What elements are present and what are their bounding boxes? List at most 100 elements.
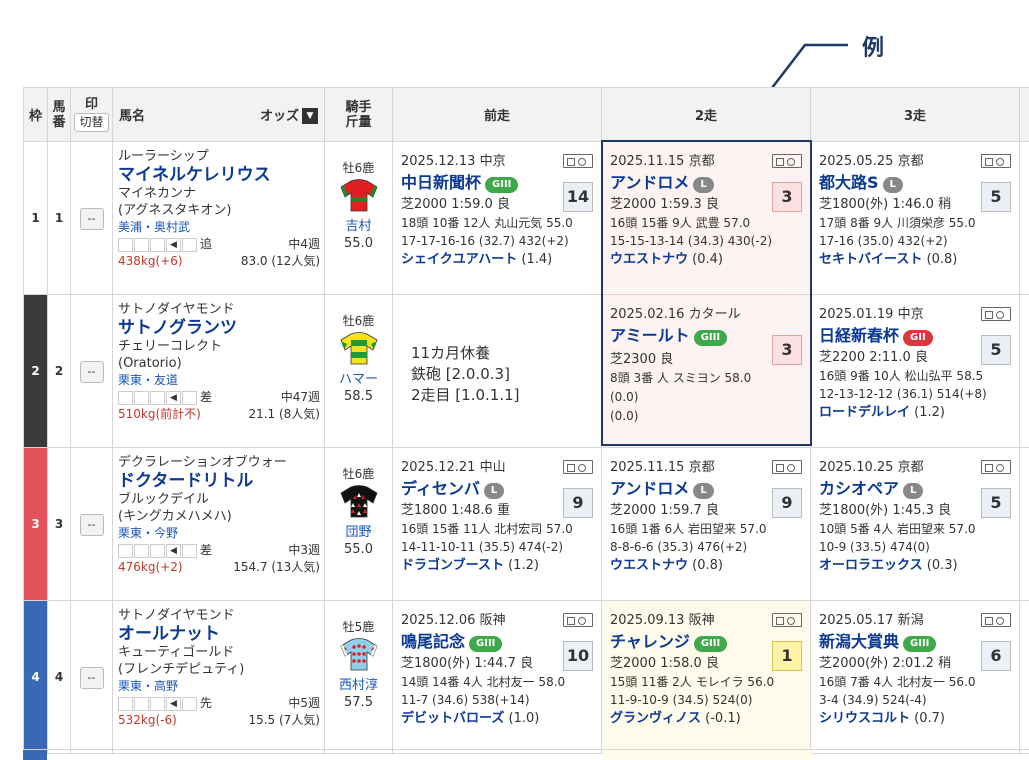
jockey-cell: 牡6鹿 吉村 55.0	[325, 142, 393, 295]
winner-margin: (1.2)	[914, 405, 945, 420]
video-icon[interactable]	[981, 460, 1011, 474]
arrow-left-icon: ◀	[166, 391, 181, 405]
running-style: 差	[200, 389, 212, 406]
header-umaban-line2: 番	[52, 115, 65, 130]
race-interval: 中4週	[288, 236, 320, 253]
past-race-cell[interactable]: 2025.05.25 京都 都大路SL 5 芝1800(外) 1:46.0 稍 …	[811, 142, 1020, 295]
past-race-name-link[interactable]: 中日新聞杯	[401, 171, 481, 195]
finish-position: 14	[563, 182, 593, 212]
grade-badge: L	[484, 483, 504, 499]
jockey-name-link[interactable]: 団野	[325, 524, 392, 541]
sire-name: サトノダイヤモンド	[118, 607, 320, 624]
waku-number: 2	[24, 295, 48, 448]
jockey-name-link[interactable]: 西村淳	[325, 677, 392, 694]
past-race-cell[interactable]: 2025.12.21 中山 ディセンバL 9 芝1800 1:48.6 重 16…	[393, 448, 602, 601]
past-race-cell[interactable]: 2025.09.13 阪神 チャレンジGIII 1 芝2000 1:58.0 良…	[602, 601, 811, 754]
past-race-name-link[interactable]: カシオペア	[819, 477, 899, 501]
finish-position: 3	[772, 335, 802, 365]
past-race-cell[interactable]: 2025.01.19 中京 日経新春杯GII 5 芝2200 2:11.0 良 …	[811, 295, 1020, 448]
winner-name-link[interactable]: ウエストナウ	[610, 252, 688, 267]
winner-margin: (0.3)	[927, 558, 958, 573]
header-prev3: 3走	[811, 88, 1020, 142]
past-race-name-link[interactable]: 日経新春杯	[819, 324, 899, 348]
winner-margin: (-0.1)	[705, 711, 741, 726]
carried-weight: 57.5	[325, 694, 392, 711]
sex-age: 牡5鹿	[325, 619, 392, 636]
past-race-cell[interactable]: 2025.11.15 京都 アンドロメL 3 芝2000 1:59.3 良 16…	[602, 142, 811, 295]
past-race-name-link[interactable]: 鳴尾記念	[401, 630, 465, 654]
winner-name-link[interactable]: オーロラエックス	[819, 558, 923, 573]
video-icon[interactable]	[563, 460, 593, 474]
video-icon[interactable]	[772, 613, 802, 627]
past-race-cell[interactable]: 2025.11.15 京都 アンドロメL 9 芝2000 1:59.7 良 16…	[602, 448, 811, 601]
past-race-name-link[interactable]: アミールト	[610, 324, 690, 348]
past-race-name-link[interactable]: チャレンジ	[610, 630, 690, 654]
trainer-link[interactable]: 栗東・友道	[118, 372, 320, 389]
running-style: 差	[200, 542, 212, 559]
jockey-cell: 牡6鹿 団野 55.0	[325, 448, 393, 601]
winner-name-link[interactable]: グランヴィノス	[610, 711, 701, 726]
header-prev1: 前走	[393, 88, 602, 142]
header-jockey-line2: 斤量	[345, 115, 371, 130]
past-race-cell[interactable]: 2025.12.06 阪神 鳴尾記念GIII 10 芝1800(外) 1:44.…	[393, 601, 602, 754]
mark-cell: --	[71, 295, 113, 448]
past-race-name-link[interactable]: アンドロメ	[610, 171, 689, 195]
arrow-left-icon: ◀	[166, 697, 181, 711]
winner-name-link[interactable]: シリウスコルト	[819, 711, 910, 726]
sort-down-icon[interactable]: ▼	[302, 108, 318, 124]
winner-name-link[interactable]: セキトバイースト	[819, 252, 922, 267]
mark-select-button[interactable]: --	[80, 361, 104, 383]
horse-name-link[interactable]: マイネルケレリウス	[118, 165, 320, 185]
past-cell-partial	[603, 750, 812, 760]
winner-name-link[interactable]: ウエストナウ	[610, 558, 688, 573]
past-race-cell[interactable]: 2025.10.25 京都 カシオペアL 5 芝1800(外) 1:45.3 良…	[811, 448, 1020, 601]
horse-name-link[interactable]: ドクタードリトル	[118, 471, 320, 491]
video-icon[interactable]	[772, 460, 802, 474]
winner-name-link[interactable]: ドラゴンブースト	[401, 558, 504, 573]
winner-margin: (1.4)	[521, 252, 552, 267]
trainer-link[interactable]: 美浦・奥村武	[118, 219, 320, 236]
horse-name-link[interactable]: オールナット	[118, 624, 320, 644]
damsire-name: (フレンチデピュティ)	[118, 661, 320, 678]
jockey-name-link[interactable]: ハマー	[325, 371, 392, 388]
body-weight: 532kg(-6)	[118, 712, 177, 729]
mark-select-button[interactable]: --	[80, 208, 104, 230]
past-race-name-link[interactable]: ディセンバ	[401, 477, 480, 501]
jockey-silks-icon	[339, 355, 379, 369]
past-race-name-link[interactable]: 都大路S	[819, 171, 879, 195]
mark-cell: --	[71, 601, 113, 754]
jockey-name-link[interactable]: 吉村	[325, 218, 392, 235]
mark-select-button[interactable]: --	[80, 667, 104, 689]
winner-name-link[interactable]: デビットバローズ	[401, 711, 504, 726]
past-race-cell[interactable]: 2025.05.17 新潟 新潟大賞典GIII 6 芝2000(外) 2:01.…	[811, 601, 1020, 754]
overflow-cell	[1020, 295, 1029, 448]
video-icon[interactable]	[563, 613, 593, 627]
trainer-link[interactable]: 栗東・今野	[118, 525, 320, 542]
arrow-left-icon: ◀	[166, 544, 181, 558]
damsire-name: (Oratorio)	[118, 355, 320, 372]
rest-info-cell: 11カ月休養 鉄砲 [2.0.0.3] 2走目 [1.0.1.1]	[393, 295, 602, 448]
past-race-name-link[interactable]: アンドロメ	[610, 477, 689, 501]
past-race-cell[interactable]: 2025.12.13 中京 中日新聞杯GIII 14 芝2000 1:59.0 …	[393, 142, 602, 295]
mark-toggle-button[interactable]: 切替	[74, 113, 108, 132]
sex-age: 牡6鹿	[325, 466, 392, 483]
odds-sort[interactable]: オッズ▼	[260, 105, 318, 125]
race-entry-table: 枠 馬番 印切替 馬名オッズ▼ 騎手斤量 前走 2走 3走 1 1 -- ルーラ…	[23, 87, 1029, 754]
mark-select-button[interactable]: --	[80, 514, 104, 536]
trainer-link[interactable]: 栗東・高野	[118, 678, 320, 695]
past-race-cell[interactable]: 2025.02.16 カタール アミールトGIII 3 芝2300 良 8頭 3…	[602, 295, 811, 448]
winner-name-link[interactable]: シェイクユアハート	[401, 252, 517, 267]
header-jockey: 騎手斤量	[325, 88, 393, 142]
running-style: 先	[200, 695, 212, 712]
horse-name-link[interactable]: サトノグランツ	[118, 318, 320, 338]
video-icon[interactable]	[563, 154, 593, 168]
past-race-detail-2: 15-15-13-14 (34.3) 430(-2)	[610, 232, 802, 250]
video-icon[interactable]	[772, 154, 802, 168]
past-race-name-link[interactable]: 新潟大賞典	[819, 630, 899, 654]
video-icon[interactable]	[981, 307, 1011, 321]
video-icon[interactable]	[981, 613, 1011, 627]
running-style-indicator: ◀追	[118, 236, 212, 253]
video-icon[interactable]	[981, 154, 1011, 168]
winner-name-link[interactable]: ロードデルレイ	[819, 405, 910, 420]
past-race-detail-2: 12-13-12-12 (36.1) 514(+8)	[819, 385, 1011, 403]
